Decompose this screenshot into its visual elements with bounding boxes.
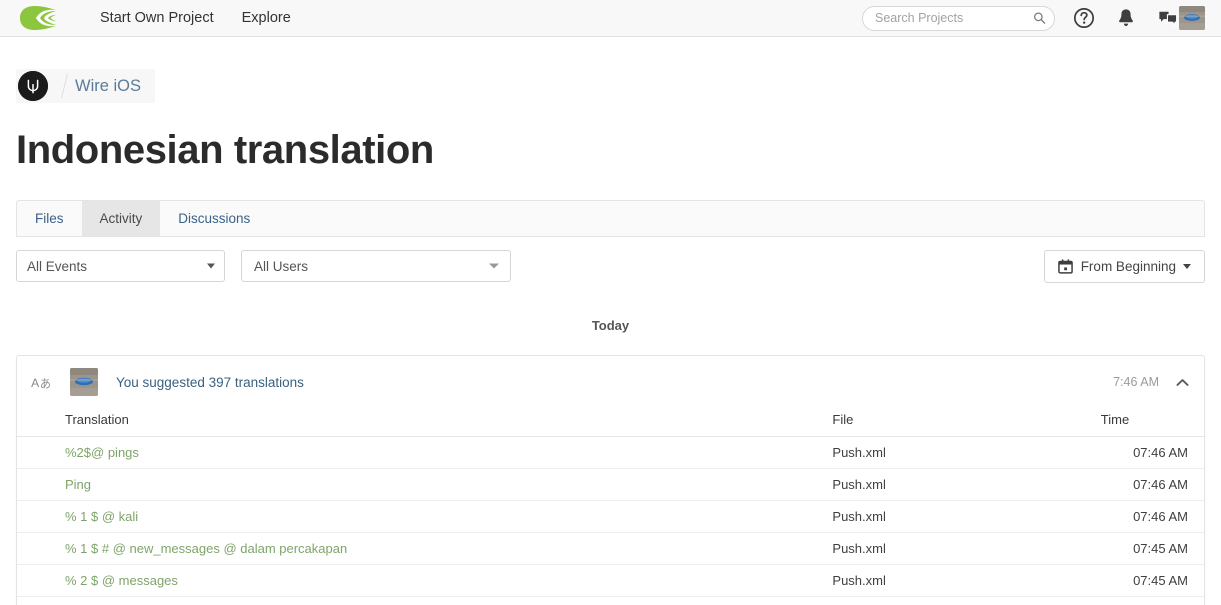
cell-file: Push.xml — [832, 532, 1101, 565]
chevron-down-icon — [489, 263, 499, 269]
help-icon[interactable] — [1073, 7, 1095, 29]
activity-summary: You suggested 397 translations — [116, 374, 304, 390]
activity-table: Translation File Time %2$@ pings Push.xml… — [17, 406, 1204, 605]
activity-table-body: %2$@ pings Push.xml 07:46 AM Ping Push.xml 07… — [17, 436, 1204, 605]
avatar-image — [70, 368, 98, 396]
svg-text:あ: あ — [40, 377, 51, 390]
cell-file: Push.xml — [832, 468, 1101, 501]
chevron-up-icon[interactable] — [1175, 375, 1190, 390]
tab-files[interactable]: Files — [17, 201, 82, 236]
svg-text:A: A — [31, 375, 40, 389]
tab-discussions[interactable]: Discussions — [160, 201, 268, 236]
events-filter-container: All Events — [16, 250, 225, 282]
breadcrumb-separator — [61, 74, 68, 98]
cell-translation[interactable]: % 2 $ @ messages — [17, 564, 833, 597]
avatar-image — [1179, 6, 1205, 30]
users-filter-select[interactable]: All Users — [241, 250, 511, 282]
tab-activity[interactable]: Activity — [81, 201, 161, 236]
cell-file: Push.xml — [832, 500, 1101, 533]
user-avatar[interactable] — [70, 368, 98, 396]
table-row: % 1 $ # @ new_messages @ dalam percakapa… — [17, 532, 1204, 565]
activity-card-header: A あ You suggested 397 translations 7:46 … — [17, 356, 1204, 406]
weblate-logo[interactable] — [16, 5, 60, 31]
notifications-bell-icon[interactable] — [1115, 7, 1137, 29]
cell-time: 07:46 AM — [1100, 500, 1204, 533]
cell-translation[interactable]: Ping — [17, 468, 833, 501]
cell-translation[interactable]: % 1 $ @ kali — [17, 500, 833, 533]
cell-time: 07:46 AM — [1100, 468, 1204, 501]
wire-project-icon[interactable] — [18, 71, 48, 101]
cell-translation[interactable]: %2$@ pings — [17, 436, 833, 469]
column-header-translation: Translation — [17, 406, 833, 437]
cell-time: 07:45 AM — [1100, 564, 1204, 597]
page-title: Indonesian translation — [16, 128, 434, 172]
activity-header-right: 7:46 AM — [1113, 375, 1190, 390]
filter-row: All Events All Users From Beginning — [16, 249, 1205, 283]
nav-link-start-own-project[interactable]: Start Own Project — [86, 0, 228, 36]
search-projects-container — [862, 5, 1055, 31]
nav-link-explore[interactable]: Explore — [228, 0, 305, 36]
table-row: %2$@ pings Push.xml 07:46 AM — [17, 436, 1204, 469]
date-range-label: From Beginning — [1080, 258, 1176, 274]
top-navbar: Start Own Project Explore — [0, 0, 1221, 37]
events-filter-select[interactable]: All Events — [16, 250, 225, 282]
calendar-icon — [1057, 258, 1073, 274]
date-range-button[interactable]: From Beginning — [1043, 249, 1205, 283]
cell-translation[interactable]: % 1 $ # @ new_messages @ dalam percakapa… — [17, 532, 833, 565]
table-row: % 2 $ @ messages Push.xml 07:45 AM — [17, 564, 1204, 597]
activity-card: A あ You suggested 397 translations 7:46 … — [16, 355, 1205, 605]
chevron-down-icon — [1183, 263, 1191, 269]
column-header-file: File — [832, 406, 1101, 437]
breadcrumb-project-link[interactable]: Wire iOS — [75, 77, 141, 96]
navbar-right-group — [862, 5, 1221, 31]
table-row: Pesan baruPush.xml07:45 AM — [17, 596, 1204, 605]
cell-file: Push.xml — [832, 564, 1101, 597]
table-row: % 1 $ @ kali Push.xml 07:46 AM — [17, 500, 1204, 533]
table-row: Ping Push.xml 07:46 AM — [17, 468, 1204, 501]
timeline-day-label: Today — [591, 318, 630, 333]
cell-time: 07:45 AM — [1100, 596, 1204, 605]
cell-time: 07:45 AM — [1100, 532, 1204, 565]
messages-chat-icon[interactable] — [1157, 7, 1179, 29]
users-filter-value: All Users — [254, 258, 309, 274]
cell-translation[interactable]: Pesan baru — [17, 596, 833, 605]
users-filter-container: All Users — [241, 250, 511, 282]
translate-icon: A あ — [31, 375, 51, 390]
user-avatar[interactable] — [1179, 6, 1205, 30]
activity-table-head: Translation File Time — [17, 406, 1204, 437]
cell-time: 07:46 AM — [1100, 436, 1204, 469]
activity-time: 7:46 AM — [1113, 375, 1159, 389]
tab-bar: Files Activity Discussions — [16, 200, 1205, 237]
cell-file: Push.xml — [832, 596, 1101, 605]
breadcrumb: Wire iOS — [16, 69, 155, 103]
search-input[interactable] — [862, 5, 1055, 31]
column-header-time: Time — [1100, 406, 1204, 437]
cell-file: Push.xml — [832, 436, 1101, 469]
wire-logo-glyph — [18, 71, 48, 101]
table-header-row: Translation File Time — [17, 406, 1204, 437]
